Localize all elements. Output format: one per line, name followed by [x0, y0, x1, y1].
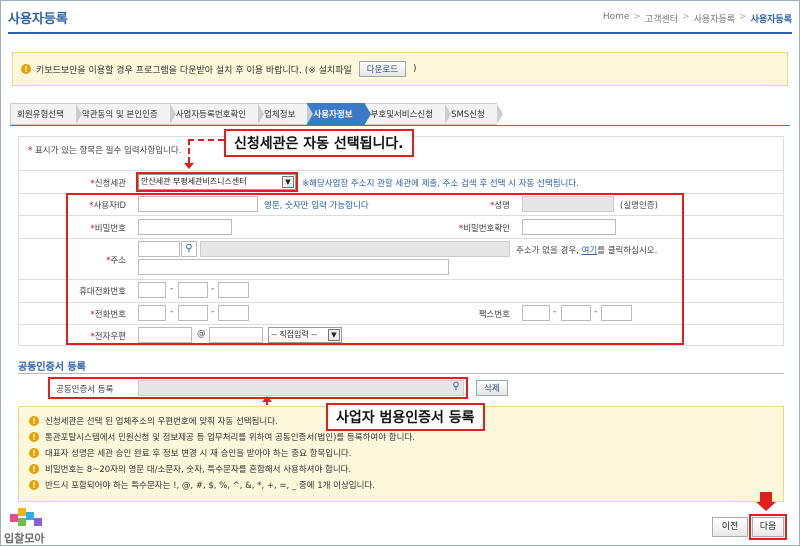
form-row-divider [18, 170, 784, 171]
chevron-right-icon: > [682, 12, 690, 22]
logo-mark [34, 518, 42, 526]
step-code-service: 부호및서비스신청 [364, 103, 451, 125]
cert-section-divider [18, 373, 784, 374]
page-title: 사용자등록 [8, 12, 68, 27]
cert-label: 공동인증서 등록 [56, 385, 114, 395]
download-button[interactable]: 다운로드 [358, 61, 407, 77]
next-highlight-box [749, 514, 787, 540]
chevron-right-icon: > [739, 12, 747, 22]
note-item: ! 통관포탈시스템에서 민원신청 및 정보제공 등 업무처리를 위하여 공동인증서… [29, 429, 783, 445]
breadcrumb-home[interactable]: Home [603, 12, 630, 25]
keyboard-security-notice: ! 키보드보안을 이용할 경우 프로그램을 다운받아 설치 후 이용 바랍니다.… [12, 52, 788, 86]
steps-divider [10, 125, 790, 126]
step-business-number: 사업자등록번호확인 [169, 103, 265, 125]
watermark-logo: 입찰모아 [2, 508, 54, 545]
step-user-info: 사용자정보 [307, 103, 371, 125]
logo-mark [10, 514, 18, 522]
customs-hint: ※해당사업장 주소지 관할 세관에 제출, 주소 검색 후 선택 시 자동 선택… [302, 179, 579, 189]
note-item: ! 대표자 성명은 세관 승인 완료 후 정보 변경 시 재 승인을 받아야 하는… [29, 445, 783, 461]
cert-delete-button[interactable]: 삭제 [476, 380, 508, 396]
warning-icon: ! [29, 432, 39, 442]
cert-section-title: 공동인증서 등록 [18, 362, 86, 373]
logo-mark [18, 518, 26, 526]
warning-icon: ! [29, 464, 39, 474]
arrow-up-icon [262, 396, 272, 402]
user-info-highlight-box [66, 193, 684, 345]
warning-icon: ! [29, 416, 39, 426]
step-terms-auth: 약관동의 및 본인인증 [75, 103, 176, 125]
customs-highlight-box [136, 172, 298, 192]
breadcrumb: Home > 고객센터 > 사용자등록 > 사용자등록 [603, 12, 792, 25]
callout-connector [188, 139, 224, 141]
callout-connector [188, 139, 190, 163]
arrow-down-icon [756, 502, 776, 511]
customs-label: *신청세관 [90, 179, 126, 189]
breadcrumb-support[interactable]: 고객센터 [645, 12, 678, 25]
logo-mark [18, 508, 26, 516]
prev-button[interactable]: 이전 [712, 517, 748, 537]
customs-callout: 신청세관은 자동 선택됩니다. [224, 129, 414, 157]
search-icon[interactable]: ⚲ [448, 380, 464, 396]
title-divider [8, 32, 792, 34]
warning-icon: ! [21, 64, 31, 74]
logo-mark [26, 512, 34, 520]
breadcrumb-current: 사용자등록 [750, 15, 792, 25]
notice-text: 키보드보안을 이용할 경우 프로그램을 다운받아 설치 후 이용 바랍니다. (… [36, 65, 352, 76]
cert-input [138, 380, 464, 396]
step-member-type: 회원유형선택 [10, 103, 82, 125]
required-note: * 표시가 있는 항목은 필수 입력사항입니다. [28, 146, 182, 156]
breadcrumb-register[interactable]: 사용자등록 [694, 12, 735, 25]
step-sms: SMS신청 [445, 103, 503, 125]
step-company-info: 업체정보 [258, 103, 314, 125]
note-item: ! 비밀번호는 8~20자의 영문 대/소문자, 숫자, 특수문자를 혼합해서 사… [29, 461, 783, 477]
arrow-down-icon [760, 492, 772, 502]
registration-steps: 회원유형선택 약관동의 및 본인인증 사업자등록번호확인 업체정보 사용자정보 … [10, 103, 503, 125]
chevron-right-icon: > [633, 12, 641, 22]
notice-close-paren: ) [413, 64, 417, 74]
warning-icon: ! [29, 480, 39, 490]
arrow-down-icon [184, 163, 194, 169]
logo-text: 입찰모아 [4, 532, 45, 545]
cert-callout: 사업자 범용인증서 등록 [326, 403, 485, 431]
warning-icon: ! [29, 448, 39, 458]
note-item: ! 반드시 포함되어야 하는 특수문자는 !, @, #, $, %, ^, &,… [29, 477, 783, 493]
